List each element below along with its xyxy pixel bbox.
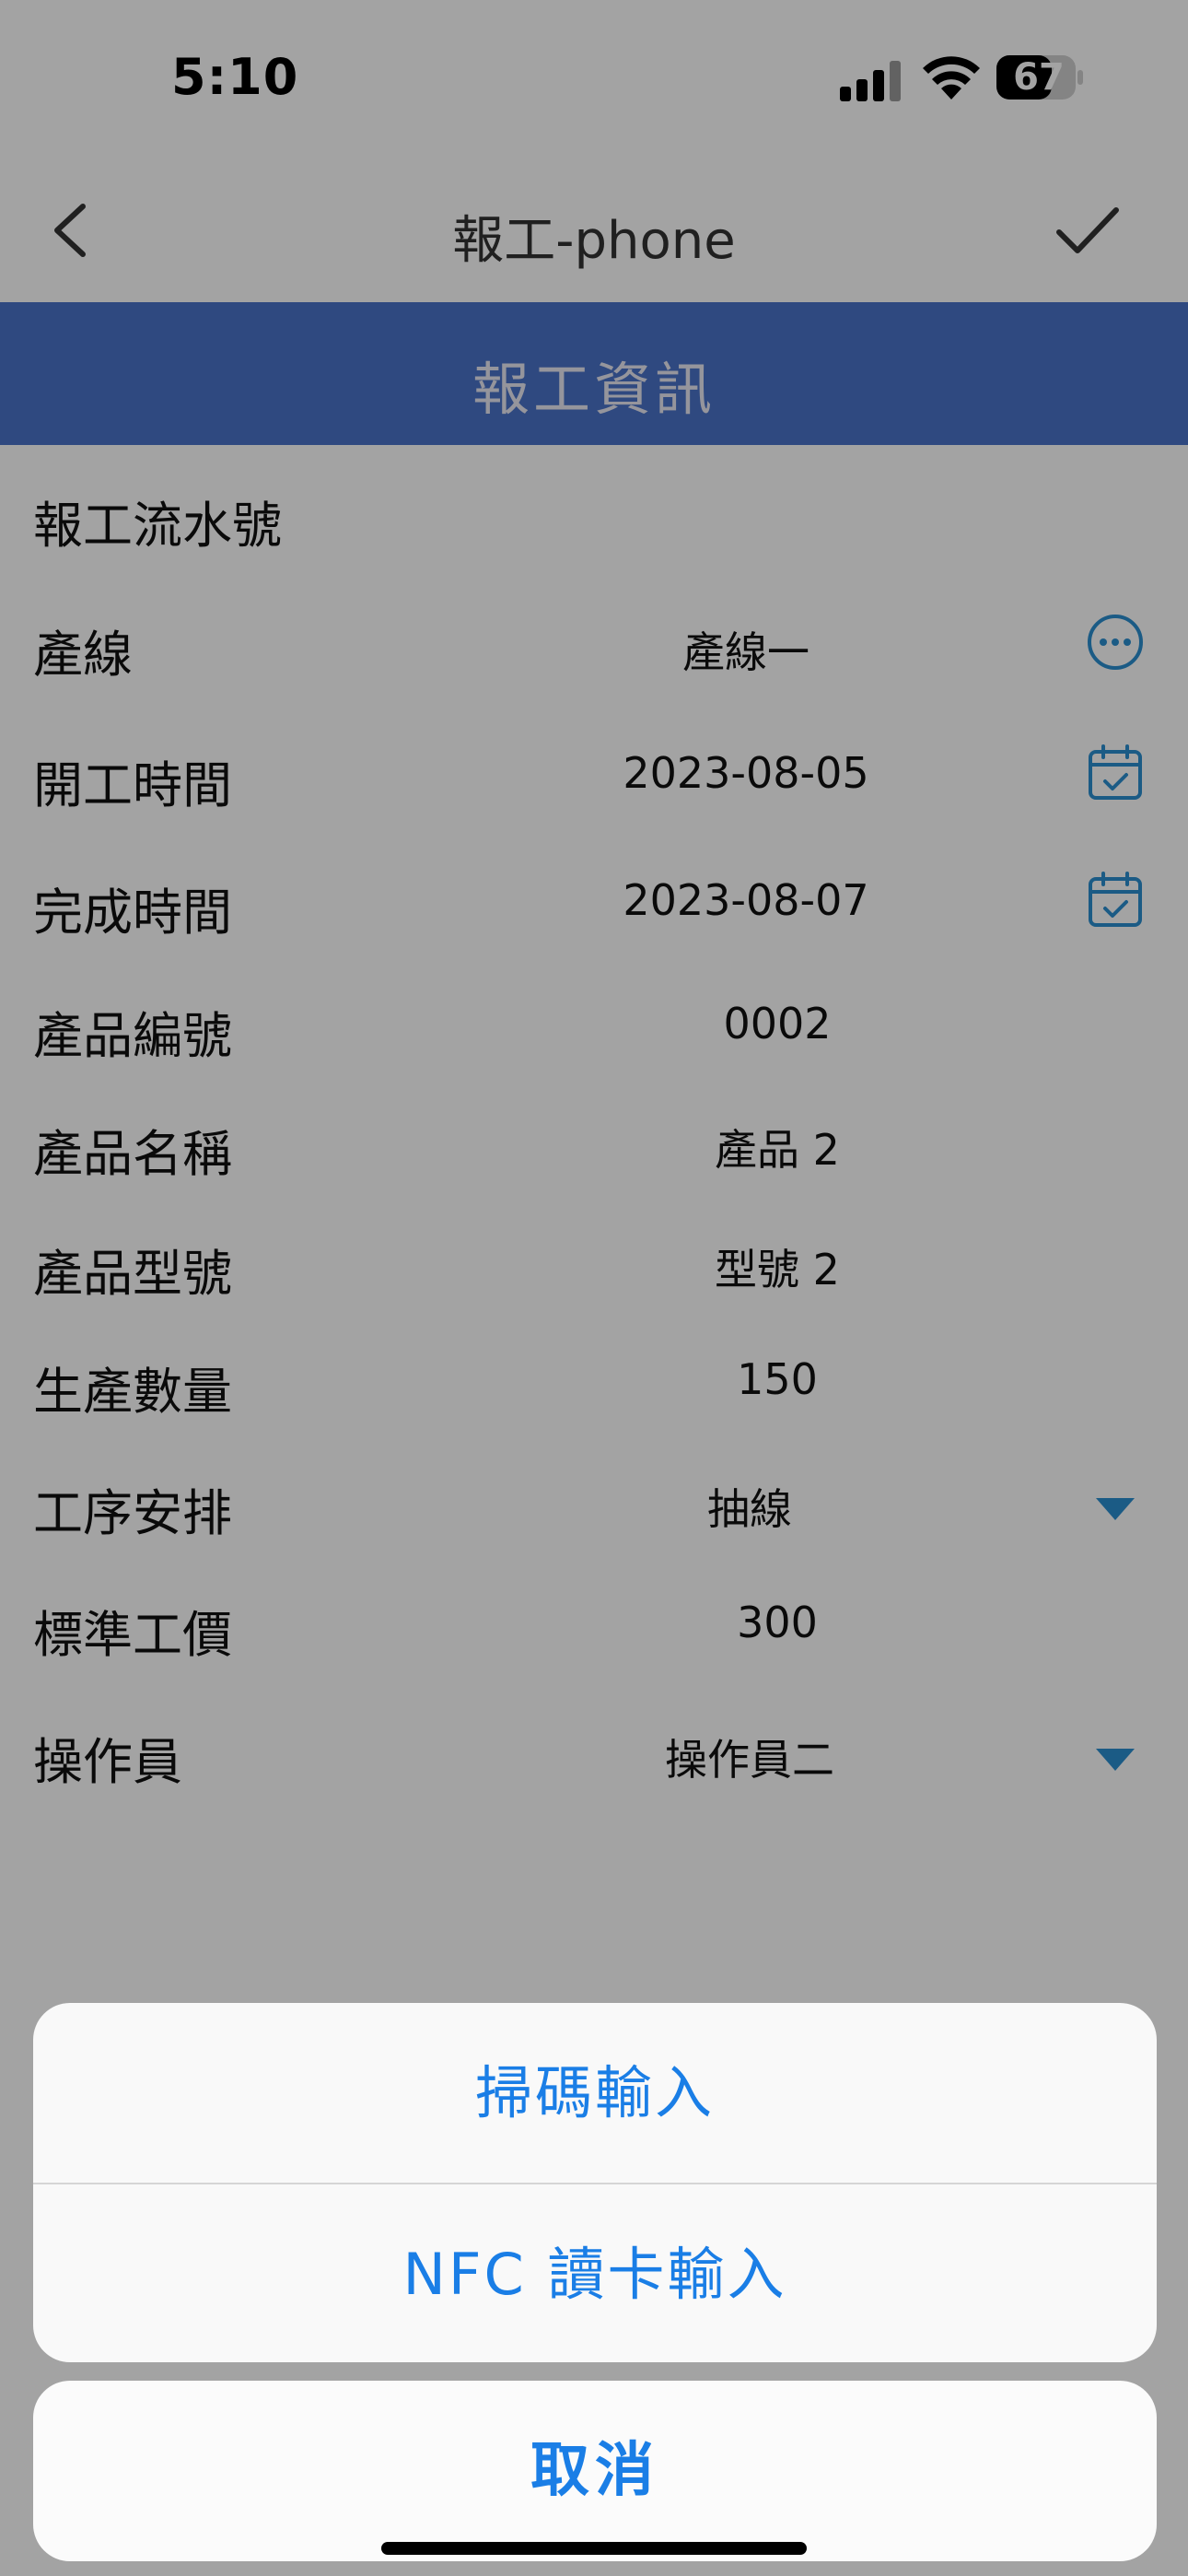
cancel-button[interactable]: 取消	[33, 2381, 1157, 2561]
nfc-card-input-button[interactable]: NFC 讀卡輸入	[33, 2184, 1157, 2362]
action-sheet: 掃碼輸入 NFC 讀卡輸入	[33, 2003, 1157, 2362]
scan-code-input-button[interactable]: 掃碼輸入	[33, 2003, 1157, 2183]
home-indicator[interactable]	[381, 2542, 807, 2555]
